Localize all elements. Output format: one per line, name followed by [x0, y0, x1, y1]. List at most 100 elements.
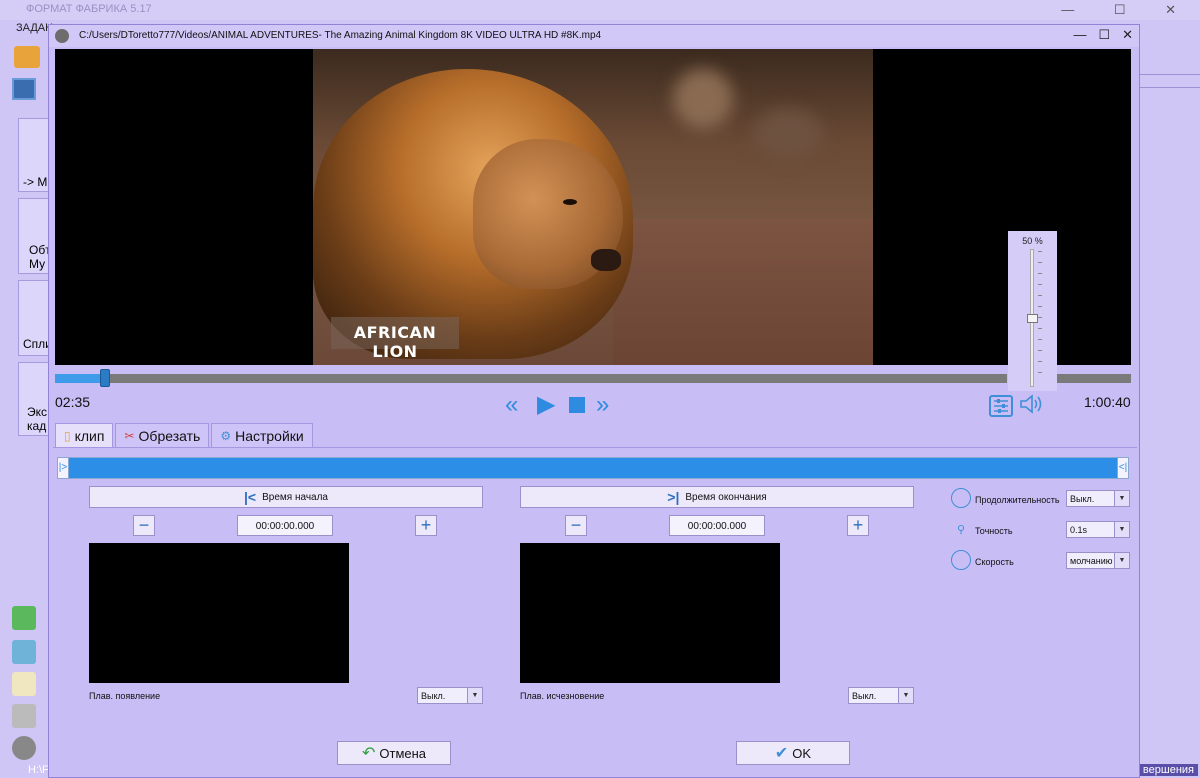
start-time-button-label: Время начала	[262, 491, 328, 503]
start-frame-preview	[89, 543, 349, 683]
end-frame-preview	[520, 543, 780, 683]
start-time-button[interactable]: |< Время начала	[89, 486, 483, 508]
fast-forward-icon[interactable]: »	[596, 393, 609, 417]
tab-clip[interactable]: ▯ клип	[55, 423, 114, 447]
end-time-field[interactable]: 00:00:00.000	[669, 515, 765, 536]
minimize-button[interactable]: —	[1073, 27, 1086, 43]
background-tile-2[interactable]: Обт Му	[18, 198, 50, 274]
tile-label: Обт Му	[29, 243, 50, 271]
tab-label: клип	[74, 427, 105, 444]
tab-bar: ▯ клип ✂ Обрезать ⚙ Настройки	[55, 423, 313, 447]
cancel-button-label: Отмена	[379, 745, 427, 761]
chevron-down-icon: ▼	[1114, 522, 1129, 537]
precision-value: 0.1s	[1070, 525, 1088, 535]
speaker-icon[interactable]	[1019, 393, 1045, 421]
seek-progress	[55, 374, 105, 383]
background-status-right: вершения	[1138, 764, 1198, 776]
equalizer-icon[interactable]	[989, 395, 1013, 417]
tab-label: Настройки	[235, 427, 304, 444]
clip-dialog: C:/Users/DToretto777/Videos/ANIMAL ADVEN…	[48, 24, 1140, 778]
film-icon[interactable]	[12, 78, 36, 100]
clock-icon	[951, 488, 971, 508]
duration-value: Выкл.	[1070, 494, 1095, 504]
play-icon[interactable]: ▶	[537, 393, 555, 417]
tab-crop[interactable]: ✂ Обрезать	[115, 423, 210, 447]
tab-settings[interactable]: ⚙ Настройки	[211, 423, 313, 447]
background-tile-3[interactable]: Спли	[18, 280, 50, 356]
gear-icon: ⚙	[220, 428, 232, 443]
app-icon	[55, 29, 69, 43]
clip-range-bar[interactable]	[57, 457, 1129, 479]
music-icon[interactable]	[12, 606, 36, 630]
precision-select[interactable]: 0.1s ▼	[1066, 521, 1130, 538]
chevron-down-icon: ▼	[1114, 553, 1129, 568]
volume-label: 50 %	[1022, 236, 1043, 246]
end-increment-button[interactable]: +	[847, 515, 869, 536]
background-bokeh	[753, 109, 823, 159]
folder-icon[interactable]	[14, 46, 40, 68]
ground	[613, 219, 873, 365]
crop-icon: ✂	[124, 428, 135, 443]
start-increment-button[interactable]: +	[415, 515, 437, 536]
volume-ticks	[1038, 251, 1042, 383]
total-time: 1:00:40	[1084, 394, 1131, 410]
fade-out-label: Плав. исчезновение	[520, 691, 605, 701]
seek-thumb[interactable]	[100, 369, 110, 387]
fade-in-select[interactable]: Выкл. ▼	[417, 687, 483, 704]
range-start-handle[interactable]: |>	[57, 457, 69, 479]
lion-nose	[591, 249, 621, 271]
speed-label: Скорость	[975, 557, 1014, 567]
background-window-controls[interactable]: — ☐ ✕	[1061, 2, 1194, 18]
duration-select[interactable]: Выкл. ▼	[1066, 490, 1130, 507]
chevron-down-icon: ▼	[1114, 491, 1129, 506]
fade-in-label: Плав. появление	[89, 691, 161, 701]
video-viewport[interactable]: AFRICAN LION	[55, 49, 1131, 365]
tile-label: Спли	[23, 337, 50, 351]
precision-label: Точность	[975, 526, 1013, 536]
start-decrement-button[interactable]: −	[133, 515, 155, 536]
chevron-down-icon: ▼	[898, 688, 913, 703]
set-end-icon: >|	[667, 489, 680, 505]
reel-icon[interactable]	[12, 736, 36, 760]
background-app-title: ФОРМАТ ФАБРИКА 5.17	[26, 3, 152, 15]
check-icon: ✔	[774, 745, 789, 762]
disc-icon[interactable]	[12, 704, 36, 728]
tile-label: Экс кад	[27, 405, 48, 433]
seek-bar[interactable]	[55, 374, 1007, 383]
background-app-titlebar	[0, 0, 1200, 20]
lion-eye	[563, 199, 577, 205]
close-button[interactable]: ✕	[1122, 27, 1133, 43]
picture-icon[interactable]	[12, 640, 36, 664]
background-tile-4[interactable]: Экс кад	[18, 362, 50, 436]
end-time-button[interactable]: >| Время окончания	[520, 486, 914, 508]
pin-icon: ⚲	[957, 524, 966, 536]
fade-out-value: Выкл.	[852, 691, 877, 701]
rewind-icon[interactable]: «	[505, 393, 518, 417]
seek-bar-end[interactable]	[1057, 374, 1131, 383]
document-icon[interactable]	[12, 672, 36, 696]
cancel-button[interactable]: ↶ Отмена	[337, 741, 451, 765]
end-decrement-button[interactable]: −	[565, 515, 587, 536]
dialog-title: C:/Users/DToretto777/Videos/ANIMAL ADVEN…	[79, 30, 602, 41]
start-time-field[interactable]: 00:00:00.000	[237, 515, 333, 536]
undo-icon: ↶	[361, 745, 376, 762]
fade-out-select[interactable]: Выкл. ▼	[848, 687, 914, 704]
volume-panel: 50 %	[1008, 231, 1057, 391]
maximize-button[interactable]: ☐	[1098, 27, 1110, 43]
range-end-handle[interactable]: <|	[1117, 457, 1129, 479]
speed-icon	[951, 550, 971, 570]
background-tile-1[interactable]: -> M	[18, 118, 50, 192]
video-caption: AFRICAN LION	[353, 323, 437, 361]
stop-icon[interactable]	[569, 397, 585, 413]
tab-label: Обрезать	[138, 427, 201, 444]
clip-icon: ▯	[64, 428, 71, 443]
video-frame: AFRICAN LION	[313, 49, 873, 365]
duration-label: Продолжительность	[975, 495, 1060, 505]
speed-select[interactable]: молчанию ▼	[1066, 552, 1130, 569]
ok-button[interactable]: ✔ OK	[736, 741, 850, 765]
volume-slider-thumb[interactable]	[1027, 314, 1038, 323]
dialog-window-controls: — ☐ ✕	[1073, 27, 1133, 43]
end-time-button-label: Время окончания	[685, 491, 767, 503]
chevron-down-icon: ▼	[467, 688, 482, 703]
background-divider	[1140, 74, 1200, 88]
